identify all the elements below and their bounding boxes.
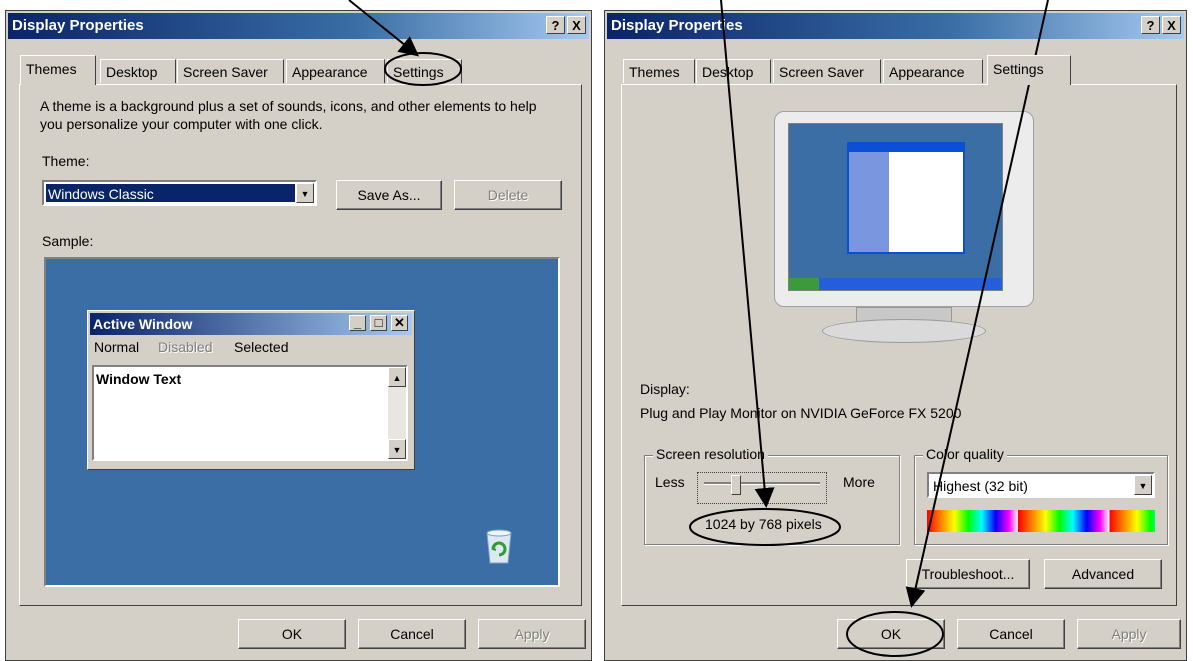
arrow-to-ok-button bbox=[905, 0, 1049, 608]
annotation-overlay bbox=[348, 0, 1049, 657]
arrow-to-settings-tab bbox=[348, 0, 420, 57]
tab-settings[interactable]: Settings bbox=[987, 55, 1071, 85]
circle-resolution-value bbox=[689, 508, 841, 546]
circle-ok-button bbox=[846, 611, 944, 657]
circle-settings-tab bbox=[384, 52, 462, 86]
tab-themes[interactable]: Themes bbox=[20, 55, 96, 85]
arrow-to-resolution bbox=[720, 0, 775, 508]
